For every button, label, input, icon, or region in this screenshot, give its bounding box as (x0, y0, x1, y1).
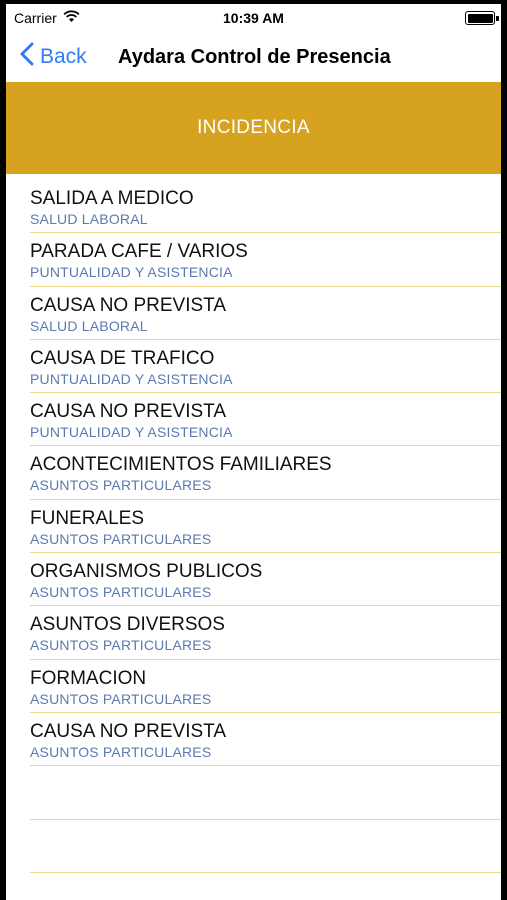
item-title: SALIDA A MEDICO (30, 188, 194, 209)
item-subtitle: PUNTUALIDAD Y ASISTENCIA (30, 424, 233, 441)
back-button[interactable]: Back (20, 42, 87, 72)
list-item[interactable]: CAUSA NO PREVISTA SALUD LABORAL (6, 287, 501, 341)
list-item[interactable]: CAUSA DE TRAFICO PUNTUALIDAD Y ASISTENCI… (6, 340, 501, 394)
item-title: FUNERALES (30, 507, 145, 529)
empty-row (6, 766, 501, 820)
item-title: CAUSA NO PREVISTA (30, 294, 227, 316)
incidence-list: SALIDA A MEDICO SALUD LABORAL PARADA CAF… (6, 180, 501, 874)
empty-row (6, 820, 501, 874)
list-item[interactable]: ACONTECIMIENTOS FAMILIARES ASUNTOS PARTI… (6, 446, 501, 501)
list-item[interactable]: FUNERALES ASUNTOS PARTICULARES (6, 500, 501, 554)
item-title: CAUSA NO PREVISTA (30, 401, 227, 423)
list-item[interactable]: SALIDA A MEDICO SALUD LABORAL (6, 180, 501, 234)
chevron-left-icon (20, 42, 34, 72)
list-item[interactable]: FORMACION ASUNTOS PARTICULARES (6, 660, 501, 714)
item-subtitle: ASUNTOS PARTICULARES (30, 743, 212, 760)
navigation-bar: Back Aydara Control de Presencia (6, 32, 501, 82)
status-time: 10:39 AM (223, 10, 284, 26)
list-item[interactable]: CAUSA NO PREVISTA ASUNTOS PARTICULARES (6, 713, 501, 767)
item-title: PARADA CAFE / VARIOS (30, 241, 248, 263)
item-title: ASUNTOS DIVERSOS (30, 614, 225, 636)
banner-title: INCIDENCIA (197, 117, 310, 138)
item-title: CAUSA DE TRAFICO (30, 347, 215, 369)
item-subtitle: ASUNTOS PARTICULARES (30, 584, 212, 601)
page-title: Aydara Control de Presencia (118, 46, 391, 68)
battery-tip (496, 16, 499, 21)
item-subtitle: SALUD LABORAL (30, 211, 148, 227)
list-item[interactable]: PARADA CAFE / VARIOS PUNTUALIDAD Y ASIST… (6, 233, 501, 287)
item-title: ACONTECIMIENTOS FAMILIARES (30, 454, 332, 476)
list-item[interactable]: ORGANISMOS PUBLICOS ASUNTOS PARTICULARES (6, 553, 501, 607)
item-subtitle: PUNTUALIDAD Y ASISTENCIA (30, 370, 233, 387)
item-subtitle: PUNTUALIDAD Y ASISTENCIA (30, 264, 233, 281)
list-item[interactable]: ASUNTOS DIVERSOS ASUNTOS PARTICULARES (6, 606, 501, 660)
section-banner: INCIDENCIA (6, 82, 501, 174)
item-subtitle: SALUD LABORAL (30, 317, 148, 334)
item-title: FORMACION (30, 667, 147, 689)
app-screen: Carrier 10:39 AM Back Aydara Control de … (6, 4, 501, 900)
list-item[interactable]: CAUSA NO PREVISTA PUNTUALIDAD Y ASISTENC… (6, 393, 501, 447)
item-title: CAUSA NO PREVISTA (30, 720, 227, 742)
item-title: ORGANISMOS PUBLICOS (30, 561, 263, 583)
back-label: Back (40, 45, 87, 68)
item-subtitle: ASUNTOS PARTICULARES (30, 637, 212, 654)
item-subtitle: ASUNTOS PARTICULARES (30, 690, 212, 707)
item-subtitle: ASUNTOS PARTICULARES (30, 477, 212, 494)
battery-level (467, 13, 493, 23)
item-subtitle: ASUNTOS PARTICULARES (30, 530, 212, 547)
battery-icon (465, 11, 495, 25)
status-bar: Carrier 10:39 AM (6, 4, 501, 32)
